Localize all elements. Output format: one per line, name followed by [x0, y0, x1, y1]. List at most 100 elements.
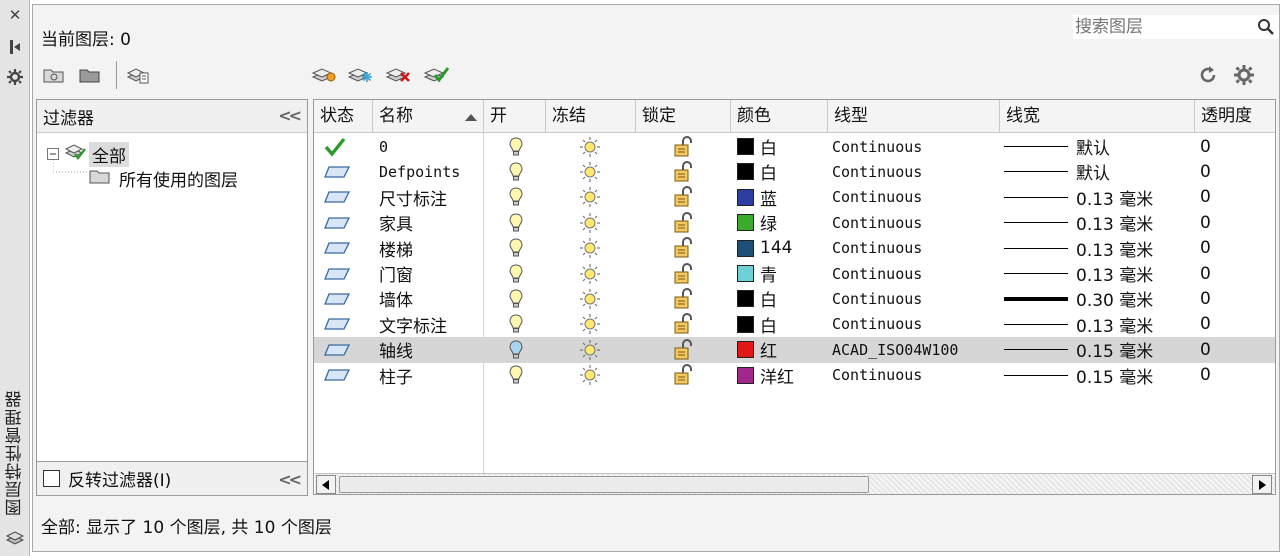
layer-transparency[interactable]: 0 — [1200, 185, 1211, 210]
layer-row[interactable]: 文字标注 白 Continuous 0.13 毫米 0 — [314, 312, 1275, 337]
layer-status-icon[interactable] — [324, 210, 350, 235]
layer-freeze-sun-icon[interactable] — [579, 312, 601, 337]
layer-unlock-icon[interactable] — [672, 134, 694, 159]
column-header-linetype[interactable]: 线型 — [828, 100, 1000, 133]
layer-lineweight[interactable]: 0.13 毫米 — [1004, 261, 1153, 286]
layer-transparency[interactable]: 0 — [1200, 134, 1211, 159]
layer-status-icon[interactable] — [324, 286, 350, 311]
layer-lineweight[interactable]: 0.15 毫米 — [1004, 363, 1153, 388]
layer-linetype[interactable]: ACAD_ISO04W100 — [832, 337, 958, 362]
new-layer-button[interactable] — [311, 63, 337, 87]
layer-lineweight[interactable]: 0.13 毫米 — [1004, 210, 1153, 235]
layer-row[interactable]: 墙体 白 Continuous 0.30 毫米 0 — [314, 286, 1275, 311]
layer-freeze-sun-icon[interactable] — [579, 236, 601, 261]
column-header-freeze[interactable]: 冻结 — [546, 100, 636, 133]
layer-color[interactable]: 144 — [737, 236, 792, 261]
current-layer-icon[interactable] — [324, 134, 346, 159]
layer-color[interactable]: 白 — [737, 134, 777, 159]
layer-on-bulb-icon[interactable] — [508, 337, 524, 362]
layer-row[interactable]: 家具 绿 Continuous 0.13 毫米 0 — [314, 210, 1275, 235]
layer-linetype[interactable]: Continuous — [832, 185, 922, 210]
layer-name[interactable]: 文字标注 — [379, 312, 447, 337]
settings-icon[interactable] — [6, 68, 24, 86]
collapse-filter-icon[interactable]: << — [278, 106, 302, 125]
layer-lineweight[interactable]: 0.13 毫米 — [1004, 236, 1153, 261]
layer-linetype[interactable]: Continuous — [832, 261, 922, 286]
layer-color[interactable]: 青 — [737, 261, 777, 286]
close-icon[interactable]: ✕ — [6, 6, 24, 24]
layer-lineweight[interactable]: 默认 — [1004, 159, 1110, 184]
layer-transparency[interactable]: 0 — [1200, 236, 1211, 261]
layer-unlock-icon[interactable] — [672, 159, 694, 184]
layer-transparency[interactable]: 0 — [1200, 337, 1211, 362]
layer-on-bulb-icon[interactable] — [508, 185, 524, 210]
pin-icon[interactable] — [6, 38, 24, 56]
layer-color[interactable]: 红 — [737, 337, 777, 362]
layer-transparency[interactable]: 0 — [1200, 210, 1211, 235]
column-header-status[interactable]: 状态 — [314, 100, 373, 133]
layer-freeze-sun-icon[interactable] — [579, 363, 601, 388]
column-header-name[interactable]: 名称 — [373, 100, 484, 133]
column-header-transparency[interactable]: 透明度 — [1195, 100, 1275, 133]
layer-unlock-icon[interactable] — [672, 185, 694, 210]
scroll-right-button[interactable] — [1252, 475, 1272, 494]
layer-freeze-sun-icon[interactable] — [579, 210, 601, 235]
layer-on-bulb-icon[interactable] — [508, 312, 524, 337]
layer-status-icon[interactable] — [324, 312, 350, 337]
layer-lineweight[interactable]: 0.13 毫米 — [1004, 185, 1153, 210]
layer-name[interactable]: Defpoints — [379, 159, 460, 184]
layer-on-bulb-icon[interactable] — [508, 363, 524, 388]
layer-unlock-icon[interactable] — [672, 363, 694, 388]
layer-color[interactable]: 洋红 — [737, 363, 794, 388]
scroll-left-button[interactable] — [316, 475, 336, 494]
invert-filter-checkbox[interactable] — [43, 470, 60, 487]
scrollbar-thumb[interactable] — [339, 476, 869, 493]
layer-color[interactable]: 蓝 — [737, 185, 777, 210]
layer-transparency[interactable]: 0 — [1200, 286, 1211, 311]
layer-unlock-icon[interactable] — [672, 210, 694, 235]
layer-freeze-sun-icon[interactable] — [579, 185, 601, 210]
new-group-filter-button[interactable] — [77, 63, 103, 87]
settings-gear-icon[interactable] — [1231, 63, 1257, 87]
layer-transparency[interactable]: 0 — [1200, 312, 1211, 337]
collapse-panel-icon[interactable]: << — [278, 470, 302, 489]
set-current-button[interactable] — [423, 63, 449, 87]
refresh-icon[interactable] — [1195, 63, 1221, 87]
layer-freeze-sun-icon[interactable] — [579, 286, 601, 311]
search-input[interactable] — [1073, 15, 1253, 39]
layer-linetype[interactable]: Continuous — [832, 312, 922, 337]
layer-status-icon[interactable] — [324, 159, 350, 184]
layer-name[interactable]: 柱子 — [379, 363, 413, 388]
layer-name[interactable]: 家具 — [379, 210, 413, 235]
layer-color[interactable]: 白 — [737, 286, 777, 311]
layer-linetype[interactable]: Continuous — [832, 134, 922, 159]
horizontal-scrollbar[interactable] — [315, 473, 1275, 494]
layer-linetype[interactable]: Continuous — [832, 159, 922, 184]
layer-name[interactable]: 墙体 — [379, 286, 413, 311]
filter-tree-used-layers[interactable]: 所有使用的图层 — [89, 166, 238, 191]
layer-row[interactable]: 柱子 洋红 Continuous 0.15 毫米 0 — [314, 363, 1275, 388]
column-header-color[interactable]: 颜色 — [731, 100, 828, 133]
layer-transparency[interactable]: 0 — [1200, 159, 1211, 184]
layer-unlock-icon[interactable] — [672, 286, 694, 311]
layer-lineweight[interactable]: 0.15 毫米 — [1004, 337, 1153, 362]
layer-status-icon[interactable] — [324, 337, 350, 362]
layer-color[interactable]: 绿 — [737, 210, 777, 235]
new-property-filter-button[interactable] — [41, 63, 67, 87]
column-header-lineweight[interactable]: 线宽 — [1000, 100, 1195, 133]
layer-row[interactable]: 楼梯 144 Continuous 0.13 毫米 0 — [314, 236, 1275, 261]
layer-name[interactable]: 门窗 — [379, 261, 413, 286]
layer-status-icon[interactable] — [324, 236, 350, 261]
new-layer-frozen-button[interactable] — [347, 63, 373, 87]
layer-unlock-icon[interactable] — [672, 312, 694, 337]
column-header-on[interactable]: 开 — [484, 100, 546, 133]
layer-name[interactable]: 楼梯 — [379, 236, 413, 261]
layer-on-bulb-icon[interactable] — [508, 159, 524, 184]
layer-lineweight[interactable]: 0.30 毫米 — [1004, 286, 1153, 311]
layer-row[interactable]: 尺寸标注 蓝 Continuous 0.13 毫米 0 — [314, 185, 1275, 210]
layer-linetype[interactable]: Continuous — [832, 363, 922, 388]
layer-unlock-icon[interactable] — [672, 261, 694, 286]
layer-row[interactable]: 门窗 青 Continuous 0.13 毫米 0 — [314, 261, 1275, 286]
layer-linetype[interactable]: Continuous — [832, 236, 922, 261]
layer-color[interactable]: 白 — [737, 312, 777, 337]
